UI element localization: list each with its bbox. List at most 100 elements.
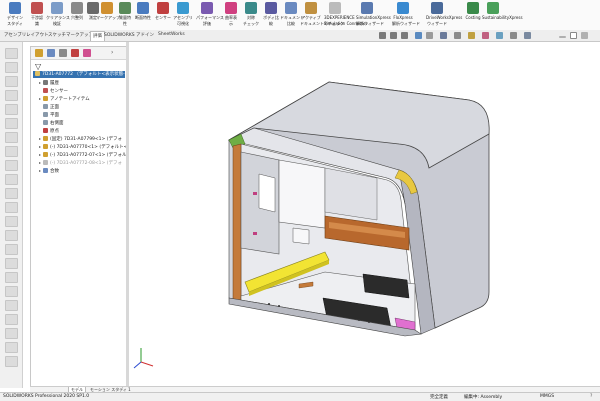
zoom-area-icon[interactable] <box>390 32 397 39</box>
ribbon-button-sublabel: ドキュメントのチェック <box>300 21 344 26</box>
tree-item[interactable]: ▸ 合致 <box>39 168 59 175</box>
tree-item[interactable]: ▸ (-) 7D31-A07770<1> (デフォルト< <box>39 144 127 151</box>
display-style-icon[interactable] <box>454 32 461 39</box>
command-tab[interactable]: SOLIDWORKS アドイン <box>104 32 154 38</box>
tree-item[interactable]: ▸ (固定) 7D31-A07799<1> (デフォ <box>39 136 122 143</box>
apply-scene-icon[interactable] <box>496 32 503 39</box>
mate-icon <box>43 168 48 173</box>
close-icon[interactable] <box>581 32 588 39</box>
status-state: 完全定義 <box>430 395 448 400</box>
previous-view-icon[interactable] <box>401 32 408 39</box>
strip-tool-icon[interactable] <box>5 76 18 87</box>
command-tab[interactable]: SheetWorks <box>158 32 185 37</box>
tree-item[interactable]: ▸ アノテートアイテム <box>39 96 90 103</box>
strip-tool-icon[interactable] <box>5 48 18 59</box>
minimize-icon[interactable] <box>559 36 566 38</box>
command-tab[interactable]: アセンブリ <box>4 32 26 38</box>
ribbon-button[interactable]: 3DEXPERIENCE Simulation Connector <box>324 2 367 26</box>
zoom-to-fit-icon[interactable] <box>379 32 386 39</box>
strip-tool-icon[interactable] <box>5 90 18 101</box>
peg <box>253 192 257 195</box>
ribbon-button-label: FloXpress <box>393 15 413 20</box>
ribbon-button[interactable]: 曲率表示 <box>220 2 242 26</box>
strip-tool-icon[interactable] <box>5 62 18 73</box>
ribbon-button-label: センサー <box>155 15 171 20</box>
ribbon-button[interactable]: ボディ比較 <box>260 2 282 26</box>
ribbon-button[interactable]: ドキュメント 比較 <box>280 2 304 26</box>
ribbon-button[interactable]: アセンブリ 可視化 <box>172 2 194 26</box>
tree-item[interactable]: ▸ 履歴 <box>39 80 59 87</box>
view-orientation-icon[interactable] <box>440 32 447 39</box>
dimxpert-tab-icon[interactable] <box>71 49 79 57</box>
dynamic-annotation-icon[interactable] <box>426 32 433 39</box>
tree-item-label: (-) 7D31-A07770<1> (デフォルト< <box>50 145 128 150</box>
strip-tool-icon[interactable] <box>5 132 18 143</box>
ribbon-button-icon <box>157 2 169 14</box>
command-tab[interactable]: マークアップ <box>66 32 93 38</box>
hide-show-items-icon[interactable] <box>468 32 475 39</box>
strip-tool-icon[interactable] <box>5 286 18 297</box>
left-icon-strip <box>0 42 23 388</box>
feature-manager-tab-icon[interactable] <box>35 49 43 57</box>
ribbon-button[interactable]: 干渉認識 <box>26 2 48 26</box>
ribbon-button[interactable]: アクティブ ドキュメントのチェック <box>300 2 344 26</box>
ribbon-button[interactable]: デザイン スタディ <box>4 2 26 26</box>
tree-item[interactable]: 平面 <box>39 112 59 119</box>
strip-tool-icon[interactable] <box>5 216 18 227</box>
restore-icon[interactable] <box>570 32 577 39</box>
expand-panel-icon[interactable]: › <box>111 49 119 57</box>
strip-tool-icon[interactable] <box>5 272 18 283</box>
ribbon-button[interactable]: クリアランス 検証 <box>46 2 70 26</box>
strip-tool-icon[interactable] <box>5 230 18 241</box>
ribbon-button[interactable]: 断面特性 <box>132 2 154 21</box>
filter-icon[interactable]: ▽ <box>35 62 41 71</box>
strip-tool-icon[interactable] <box>5 104 18 115</box>
strip-tool-icon[interactable] <box>5 342 18 353</box>
strip-tool-icon[interactable] <box>5 160 18 171</box>
tree-item[interactable]: 右側面 <box>39 120 64 127</box>
help-icon[interactable]: ? <box>590 394 592 399</box>
ribbon-button[interactable]: FloXpress 解析ウィザード <box>392 2 420 26</box>
status-product: SOLIDWORKS Professional 2020 SP1.0 <box>3 394 90 399</box>
strip-tool-icon[interactable] <box>5 118 18 129</box>
ribbon-button-icon <box>119 2 131 14</box>
command-tab[interactable]: レイアウト <box>26 32 49 38</box>
view-settings-icon[interactable] <box>510 32 517 39</box>
command-tab[interactable]: スケッチ <box>48 32 66 38</box>
ribbon-button[interactable]: Costing <box>462 2 484 21</box>
ribbon-button[interactable]: SustainabilityXpress <box>482 2 523 21</box>
tree-item[interactable]: ▸ (-) 7D31-A07772-07<1> (デフォルト< <box>39 152 135 159</box>
ribbon-button[interactable]: DriveWorksXpress ウィザード <box>426 2 463 26</box>
strip-tool-icon[interactable] <box>5 300 18 311</box>
display-manager-tab-icon[interactable] <box>83 49 91 57</box>
strip-tool-icon[interactable] <box>5 174 18 185</box>
status-units[interactable]: MMGS <box>540 394 554 399</box>
monitor-icon[interactable] <box>524 32 531 39</box>
configuration-manager-tab-icon[interactable] <box>59 49 67 57</box>
strip-tool-icon[interactable] <box>5 356 18 367</box>
section-view-icon[interactable] <box>415 32 422 39</box>
strip-tool-icon[interactable] <box>5 188 18 199</box>
ribbon-button[interactable]: SimulationXpress 解析ウィザード <box>356 2 391 26</box>
strip-tool-icon[interactable] <box>5 328 18 339</box>
tree-item[interactable]: ▸ (-) 7D31-A07772-08<1> (デフォ <box>39 160 122 167</box>
strip-tool-icon[interactable] <box>5 244 18 255</box>
ribbon-button-sublabel: 示 <box>229 21 233 26</box>
tree-item[interactable]: 原点 <box>39 128 59 135</box>
graphics-area[interactable] <box>129 42 600 388</box>
strip-tool-icon[interactable] <box>5 202 18 213</box>
ribbon-button[interactable]: 対称 チェック <box>240 2 262 26</box>
ribbon-button[interactable]: パフォーマンス 評価 <box>196 2 224 26</box>
tree-item[interactable]: センサー <box>39 88 68 95</box>
strip-tool-icon[interactable] <box>5 314 18 325</box>
edit-appearance-icon[interactable] <box>482 32 489 39</box>
ribbon-button[interactable]: センサー <box>152 2 174 21</box>
feature-manager-tabs: › <box>31 47 127 60</box>
command-tab[interactable]: 評価 <box>90 31 105 41</box>
property-manager-tab-icon[interactable] <box>47 49 55 57</box>
ribbon-button-label: DriveWorksXpress <box>426 15 463 20</box>
strip-tool-icon[interactable] <box>5 258 18 269</box>
strip-tool-icon[interactable] <box>5 146 18 157</box>
plane-icon <box>43 120 48 125</box>
tree-item[interactable]: 正面 <box>39 104 59 111</box>
